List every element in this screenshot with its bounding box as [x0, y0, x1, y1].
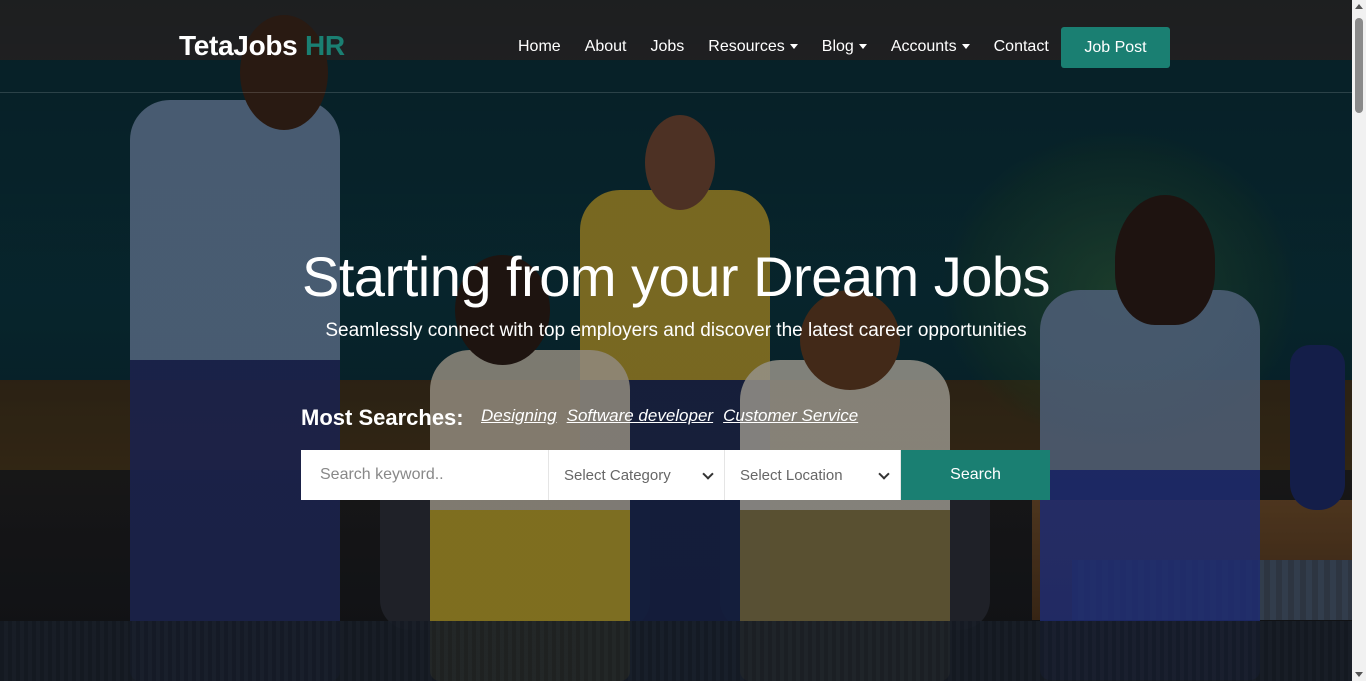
location-select[interactable]: Select Location — [725, 450, 901, 500]
scroll-up-arrow-icon[interactable] — [1355, 4, 1363, 9]
hero-subline: Seamlessly connect with top employers an… — [325, 320, 1027, 341]
caret-down-icon — [961, 44, 970, 50]
keyword-search-input[interactable] — [301, 450, 549, 500]
category-select-value: Select Category — [564, 466, 671, 484]
caret-down-icon — [789, 44, 798, 50]
nav-blog-label: Blog — [821, 38, 854, 55]
nav-jobs-label: Jobs — [650, 38, 685, 55]
nav-blog[interactable]: Blog — [822, 38, 867, 56]
job-post-button[interactable]: Job Post — [1061, 27, 1170, 68]
nav-accounts-label: Accounts — [890, 38, 957, 55]
search-link-customer-service[interactable]: Customer Service — [723, 406, 858, 426]
scrollbar-thumb[interactable] — [1355, 18, 1363, 113]
nav-about-label: About — [584, 38, 627, 55]
brand-name: TetaJobs — [179, 30, 298, 61]
nav-contact[interactable]: Contact — [994, 38, 1049, 56]
caret-down-icon — [858, 44, 867, 50]
brand-logo[interactable]: TetaJobs HR — [179, 30, 345, 62]
chevron-down-icon — [702, 468, 714, 480]
search-button[interactable]: Search — [901, 450, 1050, 500]
nav-home[interactable]: Home — [518, 38, 561, 56]
hero-headline: Starting from your Dream Jobs — [302, 245, 1050, 308]
nav-jobs[interactable]: Jobs — [651, 38, 685, 56]
brand-accent: HR — [304, 30, 345, 61]
most-searches-label: Most Searches: — [301, 405, 464, 430]
page-scrollbar[interactable] — [1352, 0, 1366, 681]
scroll-down-arrow-icon[interactable] — [1355, 672, 1363, 677]
nav-accounts[interactable]: Accounts — [891, 38, 970, 56]
nav-resources[interactable]: Resources — [708, 38, 798, 56]
main-nav: Home About Jobs Resources Blog Accounts … — [518, 38, 1073, 56]
search-link-designing[interactable]: Designing — [481, 406, 557, 426]
navbar: TetaJobs HR Home About Jobs Resources Bl… — [0, 0, 1352, 93]
most-searches-links: Designing Software developer Customer Se… — [481, 406, 858, 426]
nav-contact-label: Contact — [993, 38, 1049, 55]
location-select-value: Select Location — [740, 466, 843, 484]
category-select[interactable]: Select Category — [549, 450, 725, 500]
nav-about[interactable]: About — [585, 38, 627, 56]
job-search-form: Select Category Select Location Search — [301, 450, 1050, 500]
nav-home-label: Home — [518, 38, 561, 55]
chevron-down-icon — [878, 468, 890, 480]
nav-resources-label: Resources — [708, 38, 785, 55]
search-link-software-developer[interactable]: Software developer — [567, 406, 713, 426]
